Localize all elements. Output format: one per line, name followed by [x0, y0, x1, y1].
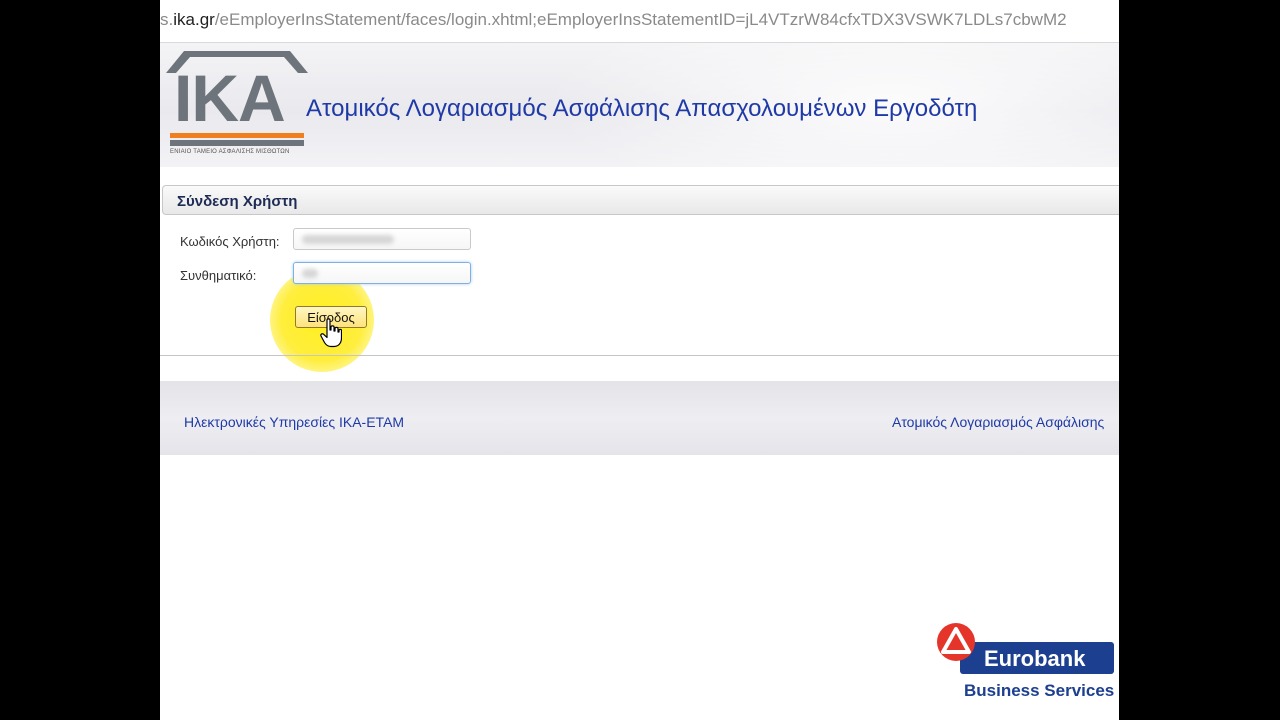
url-host: ika.gr [173, 10, 215, 29]
eurobank-brand: Eurobank [984, 646, 1086, 671]
logo-orange-bar [170, 133, 304, 138]
footer-link-insurance-account[interactable]: Ατομικός Λογαριασμός Ασφάλισης [892, 414, 1104, 430]
url-text[interactable]: s.ika.gr/eEmployerInsStatement/faces/log… [160, 10, 1067, 30]
address-bar[interactable]: s.ika.gr/eEmployerInsStatement/faces/log… [160, 0, 1119, 43]
hand-cursor-icon [320, 318, 342, 348]
logo-letters: IKA [174, 61, 286, 135]
ika-logo[interactable]: IKA ΕΝΙΑΙΟ ΤΑΜΕΙΟ ΑΣΦΑΛΙΣΗΣ ΜΙΣΘΩΤΩΝ [166, 49, 308, 165]
eurobank-logo-icon [937, 623, 975, 661]
site-footer: Ηλεκτρονικές Υπηρεσίες ΙΚΑ-ΕΤΑΜ Ατομικός… [160, 381, 1119, 455]
username-label: Κωδικός Χρήστη: [180, 234, 280, 249]
password-label: Συνθηματικό: [180, 268, 257, 283]
login-panel-title: Σύνδεση Χρήστη [177, 193, 298, 210]
page-title: Ατομικός Λογαριασμός Ασφάλισης Απασχολου… [306, 95, 978, 122]
eurobank-subtitle: Business Services [964, 681, 1115, 700]
username-value-redacted [302, 235, 394, 244]
username-field[interactable] [293, 228, 471, 250]
password-field[interactable] [293, 262, 471, 284]
url-prefix: s. [160, 10, 174, 29]
login-panel-divider [160, 355, 1119, 356]
logo-grey-bar [170, 140, 304, 146]
login-panel-header: Σύνδεση Χρήστη [162, 185, 1119, 215]
footer-link-ika-services[interactable]: Ηλεκτρονικές Υπηρεσίες ΙΚΑ-ΕΤΑΜ [184, 414, 404, 430]
eurobank-watermark: Eurobank Business Services [936, 622, 1116, 704]
url-path: /eEmployerInsStatement/faces/login.xhtml… [214, 10, 1067, 29]
browser-viewport: s.ika.gr/eEmployerInsStatement/faces/log… [160, 0, 1119, 720]
password-value-redacted [302, 269, 318, 278]
logo-tagline: ΕΝΙΑΙΟ ΤΑΜΕΙΟ ΑΣΦΑΛΙΣΗΣ ΜΙΣΘΩΤΩΝ [170, 149, 290, 155]
site-header: IKA ΕΝΙΑΙΟ ΤΑΜΕΙΟ ΑΣΦΑΛΙΣΗΣ ΜΙΣΘΩΤΩΝ Ατο… [160, 43, 1119, 167]
